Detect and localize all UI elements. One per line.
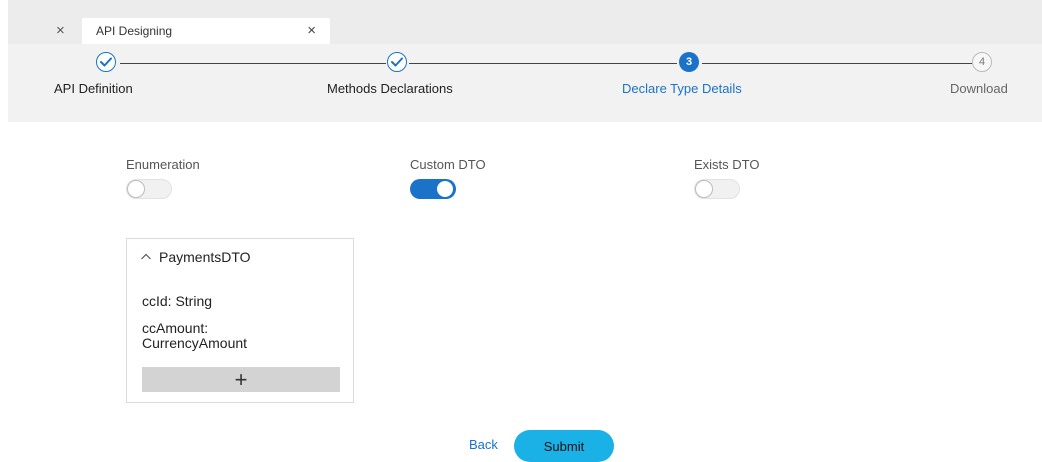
dto-field-text: ccAmount:: [142, 320, 209, 336]
back-link[interactable]: Back: [469, 437, 498, 452]
tab-api-designing[interactable]: API Designing ×: [82, 18, 330, 44]
step-connector: [702, 63, 972, 64]
dto-card: PaymentsDTO ccId: String ccAmount: Curre…: [126, 238, 354, 403]
dto-collapse-header[interactable]: PaymentsDTO: [141, 249, 251, 265]
app-frame: × API Designing × API Definition Methods…: [8, 0, 1042, 462]
dto-field: ccAmount: CurrencyAmount: [142, 321, 247, 351]
submit-button[interactable]: Submit: [514, 430, 614, 462]
dto-field-text: ccId: String: [142, 293, 213, 309]
step-3-indicator[interactable]: 3: [679, 52, 699, 72]
add-field-button[interactable]: +: [142, 367, 340, 392]
dto-field: ccId: String: [142, 294, 212, 309]
dto-field-type: CurrencyAmount: [142, 335, 248, 351]
enumeration-label: Enumeration: [126, 157, 200, 172]
toggle-knob: [127, 180, 145, 198]
close-icon[interactable]: ×: [307, 22, 316, 39]
chevron-up-icon: [141, 253, 151, 260]
step-2-check-icon[interactable]: [387, 52, 407, 72]
step-connector: [409, 63, 677, 64]
enumeration-toggle[interactable]: [126, 179, 172, 199]
check-icon: [100, 57, 112, 67]
step-connector: [120, 63, 386, 64]
tab-title: API Designing: [96, 24, 173, 38]
step-1-label[interactable]: API Definition: [54, 81, 133, 96]
step-2-label[interactable]: Methods Declarations: [327, 81, 453, 96]
step-1-check-icon[interactable]: [96, 52, 116, 72]
exists-dto-toggle[interactable]: [694, 179, 740, 199]
exists-dto-label: Exists DTO: [694, 157, 760, 172]
toggle-knob: [436, 180, 454, 198]
tab-bar: × API Designing ×: [8, 0, 1042, 44]
step-3-label[interactable]: Declare Type Details: [622, 81, 742, 96]
dto-name: PaymentsDTO: [159, 249, 251, 265]
check-icon: [391, 57, 403, 67]
custom-dto-toggle[interactable]: [410, 179, 456, 199]
close-icon[interactable]: ×: [56, 22, 65, 39]
wizard-stepper: API Definition Methods Declarations 3 De…: [8, 44, 1042, 122]
custom-dto-label: Custom DTO: [410, 157, 486, 172]
toggle-knob: [695, 180, 713, 198]
step-4-indicator[interactable]: 4: [972, 52, 992, 72]
step-4-label[interactable]: Download: [950, 81, 1008, 96]
